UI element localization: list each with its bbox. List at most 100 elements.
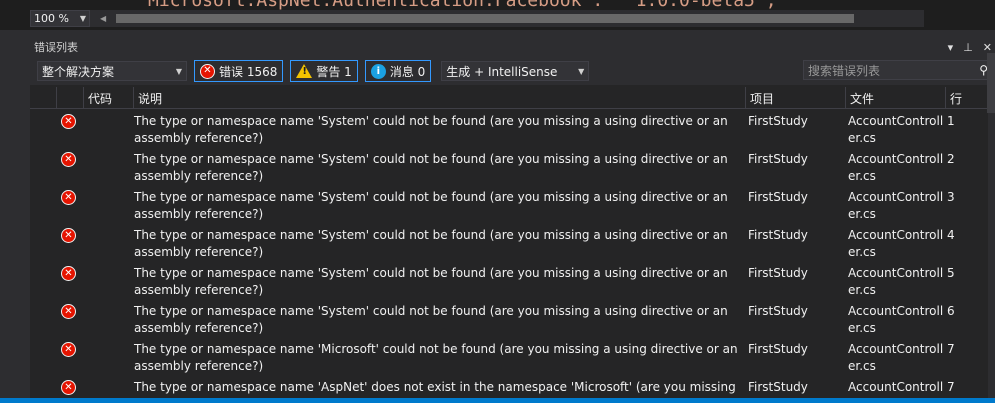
row-line: 7 — [947, 342, 955, 356]
table-row[interactable]: ✕ The type or namespace name 'System' co… — [30, 300, 988, 338]
row-project: FirstStudy — [748, 114, 808, 128]
row-gutter — [30, 262, 57, 300]
row-icon-cell: ✕ — [57, 148, 84, 186]
zoom-combo[interactable]: 100 % ▼ — [30, 10, 90, 27]
header-line[interactable]: 行 — [946, 87, 988, 109]
pin-icon[interactable]: ⊥ — [963, 41, 973, 54]
row-icon-cell: ✕ — [57, 338, 84, 376]
scope-combo[interactable]: 整个解决方案 ▼ — [37, 61, 187, 81]
info-icon: i — [370, 63, 386, 79]
error-list-grid: 代码 说明 项目 文件 行 ✕ The type or namespace na… — [30, 87, 988, 403]
row-gutter — [30, 300, 57, 338]
scroll-left-icon[interactable]: ◀ — [100, 14, 110, 23]
table-row[interactable]: ✕ The type or namespace name 'System' co… — [30, 262, 988, 300]
messages-filter-button[interactable]: i 消息 0 — [364, 60, 432, 82]
scope-value: 整个解决方案 — [42, 64, 115, 79]
row-description: The type or namespace name 'System' coul… — [134, 266, 728, 297]
error-icon: ✕ — [61, 228, 76, 243]
error-icon: ✕ — [61, 380, 76, 395]
build-source-combo[interactable]: 生成 + IntelliSense ▼ — [441, 61, 590, 81]
row-icon-cell: ✕ — [57, 262, 84, 300]
search-placeholder: 搜索错误列表 — [808, 63, 881, 78]
warning-icon: ! — [296, 64, 313, 78]
row-description: The type or namespace name 'Microsoft' c… — [134, 342, 738, 373]
row-gutter — [30, 186, 57, 224]
row-gutter — [30, 148, 57, 186]
row-line: 6 — [947, 304, 955, 318]
row-gutter — [30, 338, 57, 376]
search-error-list-input[interactable]: 搜索错误列表 ⚲ — [803, 60, 993, 80]
error-icon: ✕ — [61, 114, 76, 129]
vertical-scrollbar[interactable] — [988, 87, 995, 403]
errors-count-label: 错误 1568 — [219, 64, 278, 79]
error-icon: ✕ — [200, 63, 215, 79]
header-project[interactable]: 项目 — [746, 87, 846, 109]
scrollbar-thumb[interactable] — [116, 14, 854, 23]
panel-title-bar: 错误列表 — [30, 37, 995, 57]
header-icon-col[interactable] — [57, 87, 84, 109]
row-project: FirstStudy — [748, 152, 808, 166]
error-list-toolbar: 整个解决方案 ▼ ✕ 错误 1568 ! 警告 1 i 消息 0 生成 + In… — [30, 57, 995, 85]
warnings-filter-button[interactable]: ! 警告 1 — [290, 60, 358, 82]
editor-bottom-bar: 100 % ▼ ◀ — [30, 10, 924, 27]
panel-title: 错误列表 — [34, 41, 78, 54]
row-project: FirstStudy — [748, 304, 808, 318]
table-row[interactable]: ✕ The type or namespace name 'System' co… — [30, 148, 988, 186]
row-file: AccountController.cs — [848, 342, 944, 373]
error-icon: ✕ — [61, 190, 76, 205]
error-icon: ✕ — [61, 266, 76, 281]
build-source-value: 生成 + IntelliSense — [446, 64, 558, 79]
errors-filter-button[interactable]: ✕ 错误 1568 — [194, 60, 284, 82]
row-project: FirstStudy — [748, 342, 808, 356]
code-editor-strip: Microsoft.AspNet.Authentication.Facebook… — [0, 0, 995, 30]
table-row[interactable]: ✕ The type or namespace name 'System' co… — [30, 224, 988, 262]
table-row[interactable]: ✕ The type or namespace name 'System' co… — [30, 110, 988, 148]
row-file: AccountController.cs — [848, 266, 944, 297]
row-code — [84, 110, 134, 148]
row-description: The type or namespace name 'System' coul… — [134, 114, 728, 145]
row-gutter — [30, 110, 57, 148]
row-file: AccountController.cs — [848, 114, 944, 145]
row-line: 5 — [947, 266, 955, 280]
row-code — [84, 300, 134, 338]
header-code[interactable]: 代码 — [84, 87, 134, 109]
row-code — [84, 338, 134, 376]
row-line: 4 — [947, 228, 955, 242]
warnings-count-label: 警告 1 — [316, 64, 352, 79]
row-icon-cell: ✕ — [57, 224, 84, 262]
row-description: The type or namespace name 'System' coul… — [134, 152, 728, 183]
error-icon: ✕ — [61, 304, 76, 319]
vertical-scrollbar-thumb[interactable] — [987, 53, 995, 113]
chevron-down-icon: ▼ — [578, 66, 585, 76]
grid-header: 代码 说明 项目 文件 行 — [30, 87, 988, 109]
error-rows: ✕ The type or namespace name 'System' co… — [30, 110, 988, 403]
table-row[interactable]: ✕ The type or namespace name 'Microsoft'… — [30, 338, 988, 376]
error-icon: ✕ — [61, 342, 76, 357]
zoom-value: 100 % — [34, 12, 69, 25]
row-code — [84, 262, 134, 300]
row-line: 1 — [947, 114, 955, 128]
row-line: 2 — [947, 152, 955, 166]
row-code — [84, 224, 134, 262]
chevron-down-icon: ▼ — [79, 14, 86, 23]
row-line: 3 — [947, 190, 955, 204]
dropdown-icon[interactable]: ▾ — [948, 41, 954, 54]
row-project: FirstStudy — [748, 190, 808, 204]
row-icon-cell: ✕ — [57, 110, 84, 148]
row-description: The type or namespace name 'System' coul… — [134, 304, 728, 335]
row-project: FirstStudy — [748, 266, 808, 280]
header-blank[interactable] — [30, 87, 57, 109]
row-icon-cell: ✕ — [57, 186, 84, 224]
header-file[interactable]: 文件 — [846, 87, 946, 109]
row-file: AccountController.cs — [848, 228, 944, 259]
row-gutter — [30, 224, 57, 262]
row-description: The type or namespace name 'System' coul… — [134, 228, 728, 259]
row-description: The type or namespace name 'System' coul… — [134, 190, 728, 221]
close-icon[interactable]: ✕ — [983, 41, 992, 54]
row-icon-cell: ✕ — [57, 300, 84, 338]
header-description[interactable]: 说明 — [134, 87, 746, 109]
left-gutter — [0, 30, 30, 403]
chevron-down-icon: ▼ — [175, 66, 182, 76]
horizontal-scrollbar[interactable]: ◀ — [100, 10, 924, 27]
table-row[interactable]: ✕ The type or namespace name 'System' co… — [30, 186, 988, 224]
